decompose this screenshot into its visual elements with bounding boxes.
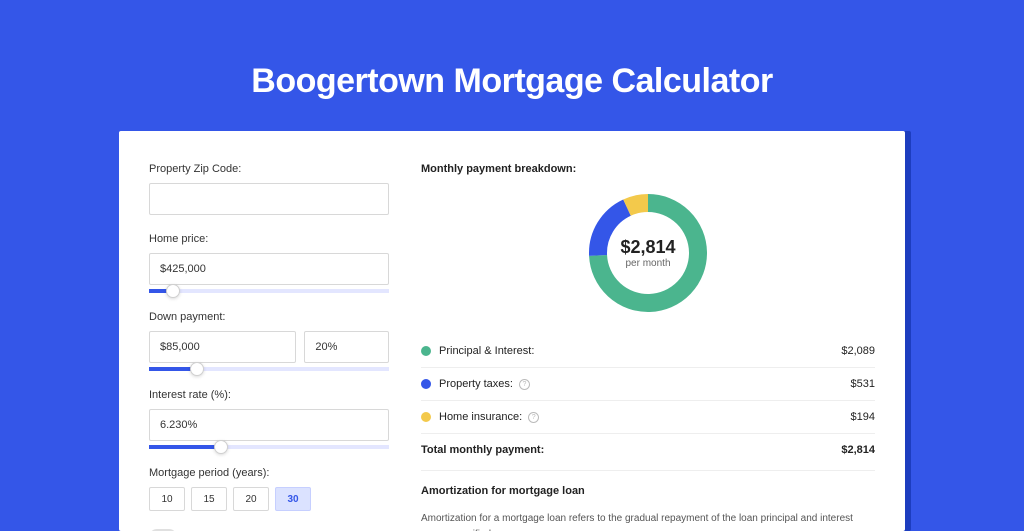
breakdown-label: Principal & Interest:	[439, 345, 841, 357]
amortization-title: Amortization for mortgage loan	[421, 485, 875, 497]
interest-rate-slider[interactable]	[149, 445, 389, 449]
zip-label: Property Zip Code:	[149, 163, 389, 175]
home-price-label: Home price:	[149, 233, 389, 245]
breakdown-label: Home insurance:?	[439, 411, 851, 423]
down-payment-pct-input[interactable]	[304, 331, 389, 363]
donut-center-amount: $2,814	[620, 237, 675, 258]
info-icon[interactable]: ?	[528, 412, 539, 423]
amortization-desc: Amortization for a mortgage loan refers …	[421, 511, 875, 531]
period-options: 10152030	[149, 487, 389, 511]
period-option-15[interactable]: 15	[191, 487, 227, 511]
donut-center-period: per month	[625, 258, 670, 269]
home-price-input[interactable]	[149, 253, 389, 285]
calculator-card: Property Zip Code: Home price: Down paym…	[119, 131, 905, 531]
breakdown-value: $194	[851, 411, 875, 423]
breakdown-value: $2,089	[841, 345, 875, 357]
down-payment-input[interactable]	[149, 331, 296, 363]
interest-rate-input[interactable]	[149, 409, 389, 441]
period-option-20[interactable]: 20	[233, 487, 269, 511]
breakdown-row: Property taxes:?$531	[421, 367, 875, 400]
breakdown-row: Home insurance:?$194	[421, 400, 875, 433]
breakdown-column: Monthly payment breakdown: $2,814 per mo…	[421, 163, 875, 531]
breakdown-row: Principal & Interest:$2,089	[421, 335, 875, 367]
total-label: Total monthly payment:	[421, 444, 841, 456]
legend-dot	[421, 346, 431, 356]
breakdown-value: $531	[851, 378, 875, 390]
form-column: Property Zip Code: Home price: Down paym…	[149, 163, 389, 531]
info-icon[interactable]: ?	[519, 379, 530, 390]
period-label: Mortgage period (years):	[149, 467, 389, 479]
home-price-slider[interactable]	[149, 289, 389, 293]
legend-dot	[421, 379, 431, 389]
zip-input[interactable]	[149, 183, 389, 215]
down-payment-label: Down payment:	[149, 311, 389, 323]
legend-dot	[421, 412, 431, 422]
breakdown-total-row: Total monthly payment:$2,814	[421, 433, 875, 466]
payment-donut-chart: $2,814 per month	[584, 189, 712, 317]
page-title: Boogertown Mortgage Calculator	[0, 0, 1024, 131]
down-payment-slider[interactable]	[149, 367, 389, 371]
breakdown-label: Property taxes:?	[439, 378, 851, 390]
interest-rate-label: Interest rate (%):	[149, 389, 389, 401]
breakdown-title: Monthly payment breakdown:	[421, 163, 875, 175]
period-option-30[interactable]: 30	[275, 487, 311, 511]
total-value: $2,814	[841, 444, 875, 456]
period-option-10[interactable]: 10	[149, 487, 185, 511]
